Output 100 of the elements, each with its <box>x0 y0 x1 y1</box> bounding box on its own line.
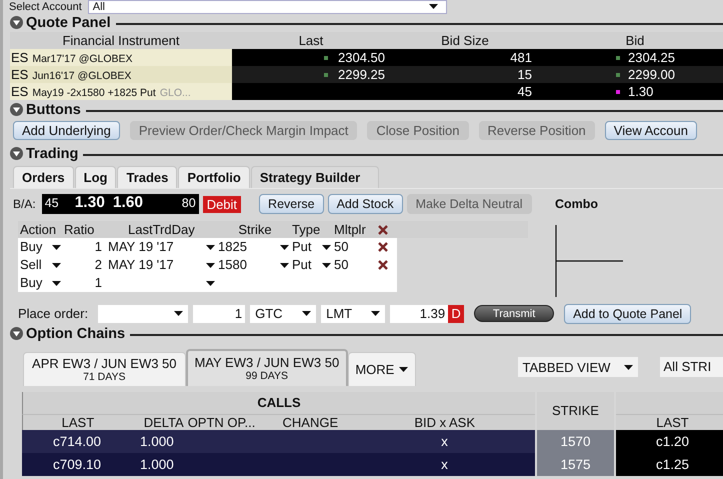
action-button[interactable]: Reverse <box>259 194 324 214</box>
strike-dropdown[interactable]: 1580 <box>218 256 292 274</box>
column-header: Bid Size <box>390 32 540 49</box>
debit-badge: Debit <box>202 196 242 212</box>
multiplier-field: 50 <box>334 238 378 256</box>
ratio-field[interactable]: 2 <box>64 256 104 274</box>
ratio-field[interactable]: 1 <box>64 238 104 256</box>
column-header: LastTrdDay <box>127 222 196 237</box>
delete-icon[interactable] <box>378 260 388 270</box>
instrument-cell: ES Mar17'17 @GLOBEX <box>10 49 232 66</box>
field-label: B/A: <box>13 197 36 211</box>
action-dropdown[interactable]: Buy <box>18 274 64 292</box>
section-title: Quote Panel <box>26 14 111 30</box>
date-dropdown[interactable]: MAY 19 '17 <box>104 238 218 256</box>
caret-icon <box>624 364 633 370</box>
action-dropdown[interactable]: Sell <box>18 256 64 274</box>
caret-icon <box>174 311 184 316</box>
toolbar-button[interactable]: View Accoun <box>604 121 697 140</box>
caret-icon <box>206 244 215 250</box>
column-header: LAST <box>616 414 723 430</box>
view-dropdown[interactable]: TABBED VIEW <box>518 357 638 377</box>
column-header: CHANGE <box>282 415 340 430</box>
column-header: DELTA <box>142 415 185 430</box>
price-field[interactable]: 1.39 <box>390 304 448 322</box>
column-header: Action <box>19 222 58 237</box>
column-header: Ratio <box>64 222 96 237</box>
expiry-tab[interactable]: MAY EW3 / JUN EW3 50 99 DAYS <box>186 349 348 386</box>
section-title: Option Chains <box>26 326 126 342</box>
strike-cell: 1570 <box>537 430 614 453</box>
table-cell: c1.25 <box>616 453 723 476</box>
delete-icon[interactable] <box>378 242 388 252</box>
type-dropdown[interactable]: Put <box>292 256 334 274</box>
caret-icon <box>52 280 61 286</box>
strike-dropdown[interactable]: 1825 <box>218 238 292 256</box>
column-header: STRIKE <box>537 392 614 430</box>
column-header: Type <box>292 222 322 237</box>
table-cell: c1.20 <box>616 430 723 453</box>
table-cell: 2299.25 <box>338 67 385 82</box>
field-label: Select Account <box>9 0 82 12</box>
tab[interactable]: Strategy Builder <box>250 166 380 188</box>
section-title: Trading <box>26 146 78 162</box>
ratio-field[interactable]: 1 <box>64 274 104 292</box>
table-cell-text: c709.10 <box>52 457 102 472</box>
table-cell: 2299.00 <box>628 67 675 82</box>
add-to-quote-panel-button[interactable]: Add to Quote Panel <box>564 304 692 324</box>
column-header: OPTN OP... <box>188 415 256 430</box>
tab[interactable]: Trades <box>117 166 178 188</box>
caret-icon <box>428 4 438 9</box>
table-cell: 2304.50 <box>338 50 385 65</box>
column-header: Financial Instrument <box>10 32 232 49</box>
strike-filter-dropdown[interactable]: All STRI <box>660 357 723 377</box>
order-type-dropdown[interactable]: LMT <box>321 304 386 322</box>
toolbar-button[interactable]: Add Underlying <box>13 121 120 140</box>
column-header: Mltplr <box>334 222 367 237</box>
date-dropdown[interactable]: MAY 19 '17 <box>104 256 218 274</box>
table-cell: 1.30 <box>628 84 654 99</box>
column-header: Strike <box>237 222 273 237</box>
account-dropdown[interactable]: All <box>88 0 447 14</box>
time-in-force-dropdown[interactable]: GTC <box>250 304 316 322</box>
debit-flag: D <box>448 304 464 322</box>
caret-icon <box>322 262 331 268</box>
column-header: BID x ASK <box>413 415 476 430</box>
table-cell: 45 <box>390 83 540 100</box>
quantity-field[interactable]: 1 <box>193 304 246 322</box>
caret-icon <box>206 280 215 286</box>
delete-icon[interactable] <box>378 224 388 234</box>
caret-icon <box>52 262 61 268</box>
tab[interactable]: Orders <box>13 166 74 188</box>
table-cell-text: 1.000 <box>139 457 175 472</box>
collapse-toggle-icon[interactable] <box>10 103 23 116</box>
more-tab[interactable]: MORE <box>348 352 416 386</box>
expiry-tab[interactable]: APR EW3 / JUN EW3 50 71 DAYS <box>23 352 186 386</box>
collapse-toggle-icon[interactable] <box>10 147 23 160</box>
column-header: Bid <box>540 32 723 49</box>
column-header: Last <box>232 32 390 49</box>
caret-icon <box>280 262 289 268</box>
column-group-header: CALLS <box>22 392 535 414</box>
caret-icon <box>371 311 380 316</box>
caret-icon <box>280 244 289 250</box>
table-cell-text: x <box>440 434 449 449</box>
multiplier-field: 50 <box>334 256 378 274</box>
tab[interactable]: Log <box>74 166 116 188</box>
collapse-toggle-icon[interactable] <box>10 16 23 29</box>
table-cell-text: 1.000 <box>139 434 175 449</box>
type-dropdown[interactable]: Put <box>292 238 334 256</box>
bid-ask-display: 45 1.30 1.60 80 <box>42 194 199 214</box>
action-button[interactable]: Add Stock <box>328 194 403 214</box>
column-header: LAST <box>60 415 96 430</box>
field-label: Place order: <box>18 306 88 321</box>
action-dropdown[interactable]: Buy <box>18 238 64 256</box>
table-cell: 15 <box>390 66 540 83</box>
table-cell: 481 <box>390 49 540 66</box>
collapse-toggle-icon[interactable] <box>10 327 23 340</box>
transmit-button[interactable]: Transmit <box>474 305 554 322</box>
caret-icon <box>399 367 408 372</box>
tab[interactable]: Portfolio <box>178 166 250 188</box>
combo-label: Combo <box>555 196 600 213</box>
table-cell-text: c714.00 <box>52 434 102 449</box>
strike-cell: 1575 <box>537 453 614 476</box>
caret-icon <box>52 244 61 250</box>
